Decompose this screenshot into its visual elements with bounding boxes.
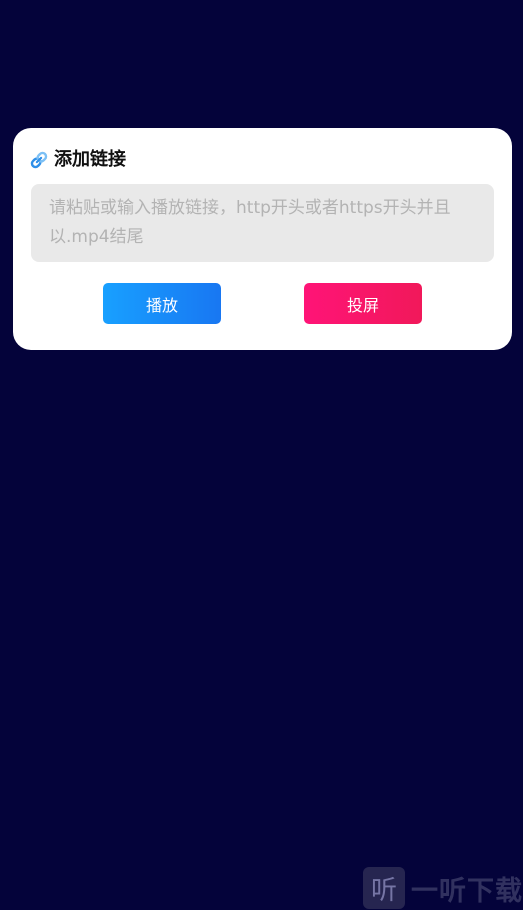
cast-button-label: 投屏 <box>346 295 379 315</box>
play-button[interactable]: 播放 <box>103 283 221 324</box>
watermark-text: 一听下载 <box>411 875 523 907</box>
watermark-logo: 听 <box>363 867 405 909</box>
watermark: 听 一听下载 <box>363 866 523 910</box>
dialog-header: 添加链接 <box>29 148 126 172</box>
cast-button[interactable]: 投屏 <box>304 283 422 324</box>
link-icon <box>29 150 49 170</box>
url-input[interactable] <box>49 194 476 252</box>
play-button-label: 播放 <box>145 295 178 315</box>
dialog-title: 添加链接 <box>54 149 126 170</box>
add-link-dialog: 添加链接 播放 投屏 <box>13 128 512 350</box>
url-input-box[interactable] <box>31 184 494 262</box>
